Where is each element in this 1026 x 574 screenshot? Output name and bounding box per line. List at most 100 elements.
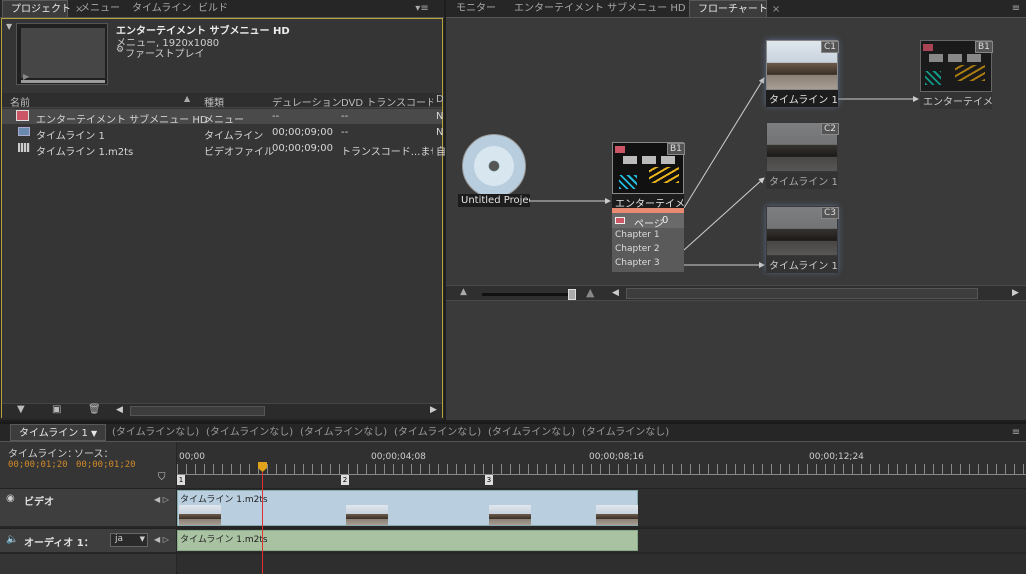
timeline-tab[interactable]: (タイムラインなし) [386,424,489,441]
timeline-tab-active[interactable]: タイムライン 1 ▼ [10,424,107,441]
flowchart-canvas: Untitled Projec B1 エンターテイメン ページ 0 Chapte… [446,18,1026,420]
table-row[interactable]: タイムライン 1.m2ts ビデオファイル 00;00;09;00 トランスコー… [2,141,446,158]
timeline-tab[interactable]: (タイムラインなし) [480,424,583,441]
timeline-icon [18,127,30,136]
filter-icon[interactable]: ▼ [17,404,25,415]
panel-menu-icon[interactable]: ≡ [1008,3,1024,14]
project-content: ▼ ▶ エンターテイメント サブメニュー HD メニュー, 1920x1080 … [1,18,446,418]
eye-icon[interactable]: ◉ [6,493,15,504]
sort-ascending-icon[interactable]: ▲ [184,94,190,103]
timeline-ruler[interactable]: 00;00 00;00;04;08 00;00;08;16 00;00;12;2… [177,442,1026,488]
timeline-tab[interactable]: (タイムラインなし) [198,424,301,441]
project-tabbar: プロジェクト × メニュー タイムライン ビルド ▾≡ [0,0,444,18]
timeline-tab[interactable]: (タイムラインなし) [104,424,207,441]
column-duration[interactable]: デュレーション [272,94,342,109]
timeline-node-c2[interactable]: C2 タイムライン 1 [766,122,840,189]
scroll-left-icon[interactable]: ◀ [612,288,619,298]
chapter-marker[interactable]: 1 [177,475,185,485]
timeline-timecode[interactable]: 00;00;01;20 [8,460,68,470]
tab-menu-editor[interactable]: エンターテイメント サブメニュー HD [506,0,694,17]
chevron-down-icon: ▼ [139,535,145,543]
zoom-slider-handle[interactable] [568,289,576,300]
row-type: ビデオファイル [204,147,274,158]
track-nav-icon[interactable]: ◀ ▷ [154,495,169,504]
chapter-item[interactable]: Chapter 1 [615,230,660,240]
timeline-tab[interactable]: (タイムラインなし) [574,424,677,441]
tab-menu[interactable]: メニュー [72,0,128,17]
audio-clip[interactable]: タイムライン 1.m2ts [177,530,638,551]
flowchart-scrollbar-thumb[interactable] [626,288,978,299]
preview-thumbnail: ▶ [16,23,108,85]
trash-icon[interactable]: 🗑 [88,404,101,415]
page-number: 0 [662,215,669,226]
language-value: ja [115,534,124,544]
tab-monitor[interactable]: モニター [448,0,504,17]
panel-menu-icon[interactable]: ▾≡ [414,3,430,14]
menu-node[interactable]: B1 エンターテイメン ページ 0 Chapter 1 Chapter 2 Ch… [612,142,685,272]
chapter-item[interactable]: Chapter 2 [615,244,660,254]
target-menu-node[interactable]: B1 エンターテイメン [920,40,993,109]
new-item-icon[interactable]: ▣ [52,404,61,415]
preview-image [21,28,105,78]
timeline-tab-label: (タイムラインなし) [394,427,482,438]
tab-flowchart[interactable]: フローチャート × [689,0,780,17]
chapter-marker[interactable]: 3 [485,475,493,485]
ruler-baseline [177,474,1026,475]
target-badge: B1 [975,41,993,53]
scroll-right-icon[interactable]: ▶ [1012,288,1019,298]
horizontal-scrollbar-thumb[interactable] [130,406,265,416]
timeline-tab[interactable]: (タイムラインなし) [292,424,395,441]
panel-menu-icon[interactable]: ≡ [1008,427,1024,438]
page-row[interactable]: ページ 0 [612,213,684,230]
timeline-node-label: タイムライン 1 [766,90,838,107]
table-row[interactable]: エンターテイメント サブメニュー HD メニュー -- -- N [2,109,443,126]
preview-scrub-bar[interactable] [21,80,105,83]
ruler-label: 00;00 [179,452,205,462]
source-timecode[interactable]: 00;00;01;20 [76,460,136,470]
timeline-tab-label: (タイムラインなし) [206,427,294,438]
tab-timeline[interactable]: タイムライン [124,0,199,17]
timeline-node-c1[interactable]: C1 タイムライン 1 [766,40,840,107]
chapter-marker-number: 1 [178,476,184,484]
audio-track-lane: タイムライン 1.m2ts [177,528,1026,552]
close-icon[interactable]: × [772,4,780,15]
timeline-tab-label: (タイムラインなし) [582,427,670,438]
chapter-marker-number: 2 [342,476,348,484]
tab-menu-label: メニュー [80,3,120,14]
chapter-item[interactable]: Chapter 3 [615,258,660,268]
speaker-icon[interactable]: 🔈 [6,534,18,545]
video-clip[interactable]: タイムライン 1.m2ts [177,490,638,526]
ruler-label: 00;00;12;24 [809,452,864,462]
tab-flowchart-label: フローチャート [698,4,768,15]
track-nav-icon[interactable]: ◀ ▷ [154,535,169,544]
zoom-slider-track[interactable] [482,293,574,296]
column-name[interactable]: 名前 [10,94,30,109]
tab-timeline-label: タイムライン [132,3,192,14]
disc-node[interactable] [462,134,526,198]
column-dvd-transcode[interactable]: DVD トランスコードス... [341,94,433,109]
scroll-right-icon[interactable]: ▶ [430,405,437,415]
timeline-panel: タイムライン 1 ▼ (タイムラインなし) (タイムラインなし) (タイムライン… [0,422,1026,574]
zoom-in-icon[interactable]: ▲ [586,286,594,299]
language-select[interactable]: ja ▼ [110,533,148,547]
column-type[interactable]: 種類 [204,94,224,109]
chapter-marker[interactable]: 2 [341,475,349,485]
timeline-node-c3[interactable]: C3 タイムライン 1 [766,206,840,273]
tab-project[interactable]: プロジェクト × [2,0,83,17]
first-play-icon: ⚙ [116,45,125,55]
collapse-triangle-icon[interactable]: ▼ [6,22,12,31]
table-row[interactable]: タイムライン 1 タイムライン 00;00;09;00 -- N [2,125,443,142]
menu-thumb-flag [615,146,625,153]
tab-build[interactable]: ビルド [190,0,236,17]
scroll-left-icon[interactable]: ◀ [116,405,123,415]
video-track-lane: タイムライン 1.m2ts [177,488,1026,526]
clip-frame [179,505,221,525]
playhead-line[interactable] [262,472,263,574]
column-d[interactable]: D [436,94,444,105]
audio-clip-label: タイムライン 1.m2ts [180,535,268,545]
chapter-list: Chapter 1 Chapter 2 Chapter 3 [612,228,684,272]
zoom-out-icon[interactable]: ▲ [460,287,467,297]
menu-thumb-stripe [619,175,637,189]
dropdown-icon[interactable]: ▼ [91,429,97,438]
add-marker-icon[interactable]: ⛉ [158,472,166,483]
